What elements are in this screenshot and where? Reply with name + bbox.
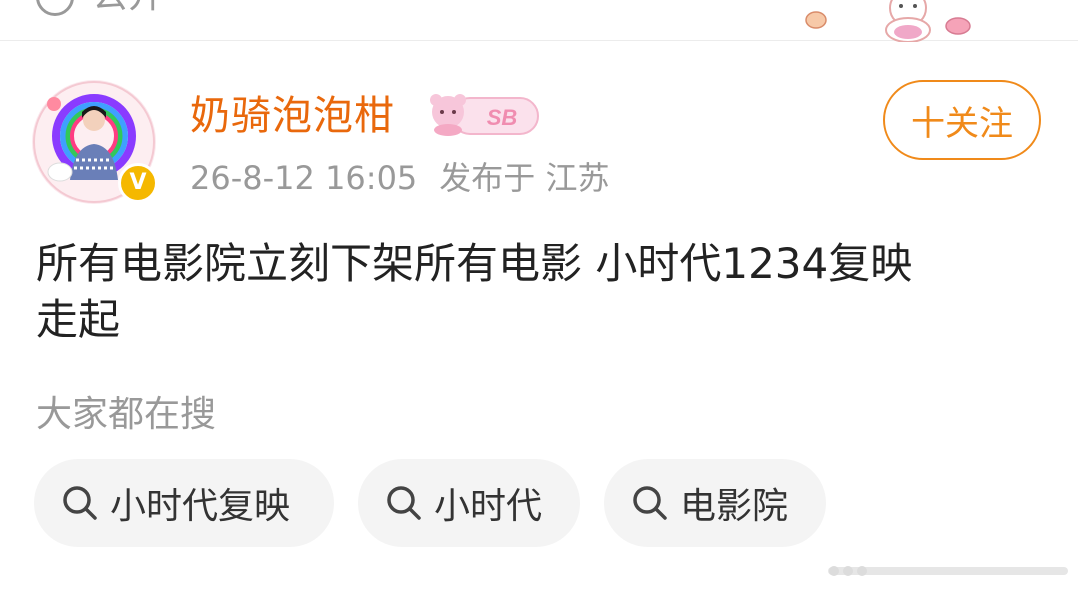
search-chip[interactable]: 小时代复映 xyxy=(34,459,334,547)
username[interactable]: 奶骑泡泡柑 xyxy=(190,88,395,144)
search-chip-label: 电影院 xyxy=(680,486,789,527)
watermark-icon xyxy=(828,566,1068,576)
post-text-line: 所有电影院立刻下架所有电影 小时代1234复映 xyxy=(36,239,913,288)
search-chip-label: 小时代 xyxy=(434,486,543,527)
decoration-sticker-icon xyxy=(805,0,971,42)
post-body: 所有电影院立刻下架所有电影 小时代1234复映 走起 xyxy=(36,236,1036,348)
post-location: 发布于 江苏 xyxy=(439,159,610,197)
follow-button-label: 十关注 xyxy=(911,103,1013,144)
post-text-line: 走起 xyxy=(36,295,121,344)
globe-icon xyxy=(36,0,74,16)
post-meta: 26-8-12 16:05 发布于 江苏 xyxy=(190,156,609,200)
search-chip[interactable]: 电影院 xyxy=(604,459,826,547)
search-icon xyxy=(63,486,97,520)
search-icon xyxy=(633,486,667,520)
member-badge-text: SB xyxy=(487,105,518,130)
verified-badge-icon: V xyxy=(118,163,158,203)
visibility-label: 公开 xyxy=(92,0,164,16)
member-badge-icon: SB xyxy=(430,94,539,136)
follow-button[interactable]: 十关注 xyxy=(883,80,1041,160)
search-chip-label: 小时代复映 xyxy=(110,486,291,527)
search-chip[interactable]: 小时代 xyxy=(358,459,580,547)
trending-search-label: 大家都在搜 xyxy=(36,394,217,435)
post-timestamp: 26-8-12 16:05 xyxy=(190,159,418,197)
search-icon xyxy=(387,486,421,520)
